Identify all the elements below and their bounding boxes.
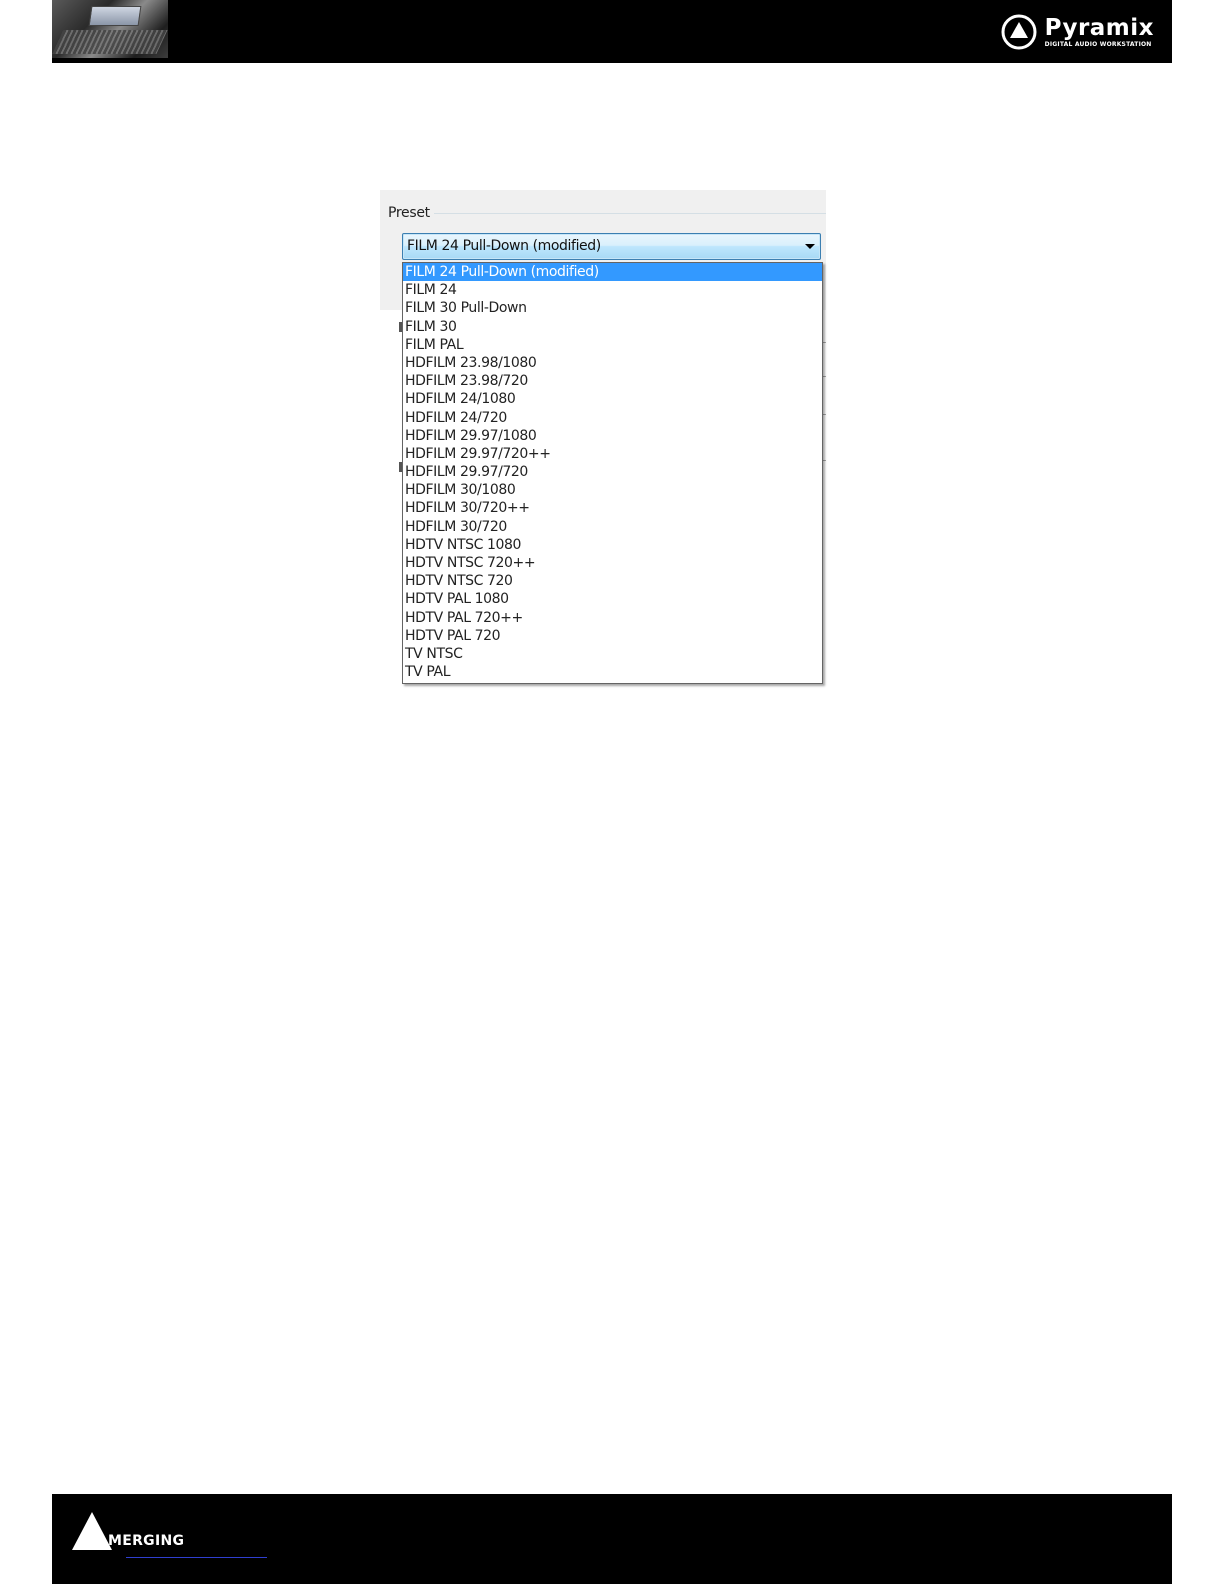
dropdown-option[interactable]: HDFILM 24/720 bbox=[403, 409, 822, 427]
underlying-divider bbox=[823, 414, 826, 415]
merging-brand: MERGING bbox=[72, 1512, 184, 1550]
console-faders bbox=[52, 30, 168, 54]
dropdown-option[interactable]: HDFILM 30/720++ bbox=[403, 499, 822, 517]
dropdown-option[interactable]: HDTV PAL 1080 bbox=[403, 590, 822, 608]
pyramix-triangle-logo-icon bbox=[1001, 14, 1037, 50]
dropdown-option[interactable]: TV PAL bbox=[403, 663, 822, 681]
preset-selected-value: FILM 24 Pull-Down (modified) bbox=[407, 238, 601, 254]
page-header: Pyramix DIGITAL AUDIO WORKSTATION bbox=[52, 0, 1172, 63]
dropdown-option[interactable]: HDFILM 29.97/1080 bbox=[403, 427, 822, 445]
brand-tagline: DIGITAL AUDIO WORKSTATION bbox=[1044, 40, 1152, 48]
underlying-divider bbox=[823, 376, 826, 377]
underlying-divider bbox=[823, 460, 826, 461]
dropdown-option[interactable]: HDTV PAL 720 bbox=[403, 627, 822, 645]
dropdown-option[interactable]: HDTV NTSC 720++ bbox=[403, 554, 822, 572]
dropdown-option[interactable]: HDFILM 29.97/720++ bbox=[403, 445, 822, 463]
brand-name: Pyramix bbox=[1044, 14, 1154, 41]
dropdown-option[interactable]: HDFILM 30/720 bbox=[403, 518, 822, 536]
page-footer: MERGING bbox=[52, 1494, 1172, 1584]
footer-link-underline[interactable] bbox=[126, 1557, 267, 1558]
preset-combobox[interactable]: FILM 24 Pull-Down (modified) bbox=[402, 233, 821, 260]
dropdown-option[interactable]: FILM PAL bbox=[403, 336, 822, 354]
dropdown-option[interactable]: FILM 30 bbox=[403, 318, 822, 336]
dropdown-option[interactable]: HDFILM 24/1080 bbox=[403, 390, 822, 408]
panel-edge bbox=[380, 310, 404, 685]
footer-brand-name: MERGING bbox=[108, 1533, 185, 1549]
dropdown-option[interactable]: FILM 24 Pull-Down (modified) bbox=[403, 263, 822, 282]
dropdown-option[interactable]: HDTV NTSC 1080 bbox=[403, 536, 822, 554]
console-photo bbox=[52, 0, 168, 58]
console-screen bbox=[88, 6, 142, 26]
preset-dropdown-list: FILM 24 Pull-Down (modified) FILM 24 FIL… bbox=[402, 262, 823, 684]
chevron-down-icon[interactable] bbox=[805, 244, 815, 249]
dropdown-option[interactable]: HDFILM 23.98/1080 bbox=[403, 354, 822, 372]
dropdown-option[interactable]: HDFILM 30/1080 bbox=[403, 481, 822, 499]
dropdown-option[interactable]: HDTV NTSC 720 bbox=[403, 572, 822, 590]
preset-group-label: Preset bbox=[388, 205, 430, 221]
merging-triangle-logo-icon bbox=[72, 1512, 112, 1550]
dropdown-option[interactable]: HDFILM 29.97/720 bbox=[403, 463, 822, 481]
dropdown-option[interactable]: FILM 24 bbox=[403, 281, 822, 299]
dropdown-option[interactable]: HDFILM 23.98/720 bbox=[403, 372, 822, 390]
group-divider bbox=[434, 213, 826, 214]
dropdown-option[interactable]: TV NTSC bbox=[403, 645, 822, 663]
pyramix-brand: Pyramix DIGITAL AUDIO WORKSTATION bbox=[1001, 13, 1154, 51]
dropdown-option[interactable]: HDTV PAL 720++ bbox=[403, 609, 822, 627]
dropdown-option[interactable]: FILM 30 Pull-Down bbox=[403, 299, 822, 317]
underlying-divider bbox=[823, 342, 826, 343]
